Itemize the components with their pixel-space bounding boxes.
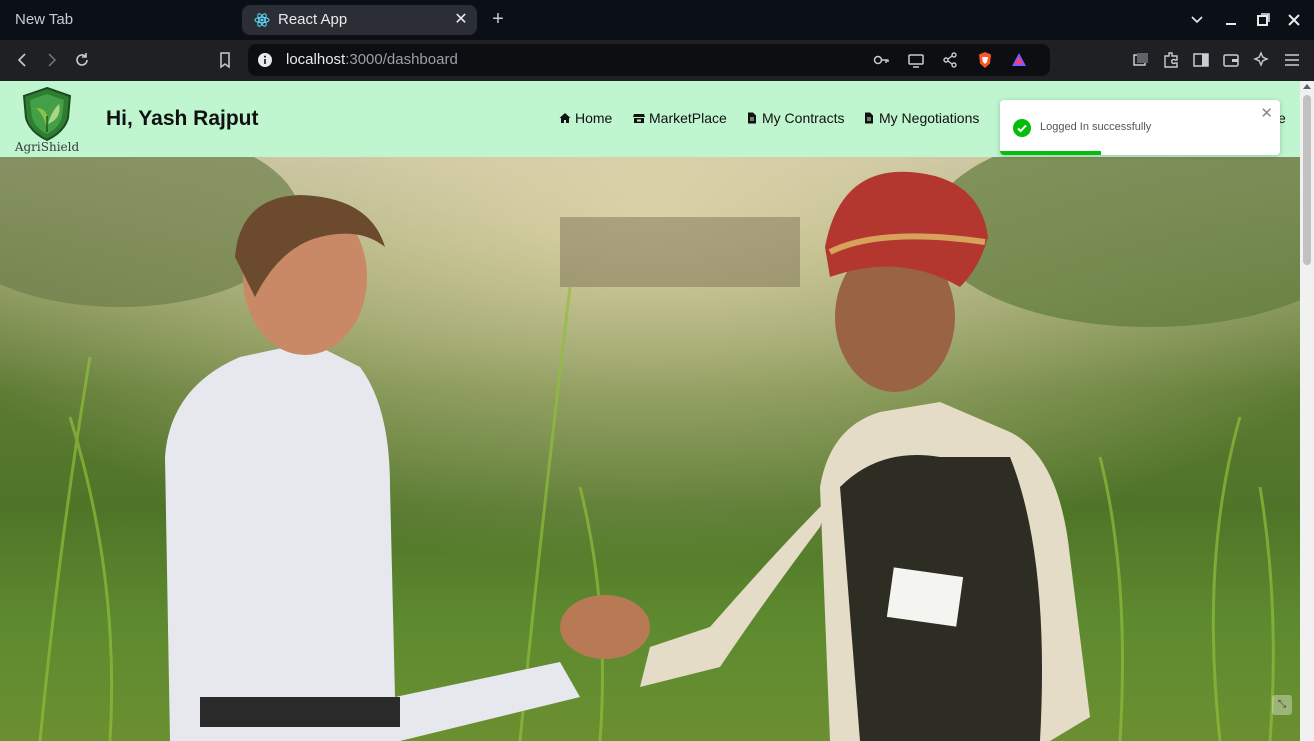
back-icon[interactable] [12,50,32,70]
close-tab-icon[interactable]: ✕ [453,5,469,35]
new-tab-button[interactable]: + [488,8,508,30]
toast-message: Logged In successfully [1040,121,1152,133]
handshake-illustration [0,157,1300,741]
url-text[interactable]: localhost:3000/dashboard [286,44,458,76]
address-bar[interactable]: localhost:3000/dashboard [248,44,1050,76]
tab-new-tab[interactable]: New Tab [0,6,240,34]
forward-icon[interactable] [42,50,62,70]
nav-label: My Contracts [762,110,845,126]
nav-label: My Negotiations [879,110,980,126]
restore-icon[interactable] [1253,10,1273,30]
nav-label: Home [575,110,613,126]
toast-progress-bar [1000,151,1101,155]
react-icon [254,13,270,27]
tab-react-app[interactable]: React App ✕ [242,5,477,35]
tab-title: New Tab [15,11,74,28]
key-icon[interactable] [872,51,890,69]
share-icon[interactable] [941,51,959,69]
file-icon [865,112,873,124]
tab-bar: New Tab React App ✕ + [0,0,1314,40]
success-check-icon [1013,119,1031,137]
reload-icon[interactable] [72,50,92,70]
tab-groups-icon[interactable] [1131,50,1151,70]
tab-title: React App [278,11,348,28]
nav-link-home[interactable]: Home [559,109,612,127]
chevron-down-icon[interactable] [1187,10,1207,30]
greeting-heading: Hi, Yash Rajput [106,107,259,130]
toast-notification[interactable]: Logged In successfully ✕ [1000,100,1280,155]
brand-logo[interactable]: AgriShield [12,86,82,154]
cast-icon[interactable] [907,51,925,69]
nav-link-marketplace[interactable]: MarketPlace [633,109,727,127]
brave-shield-icon[interactable] [976,51,994,69]
wallet-icon[interactable] [1221,50,1241,70]
scrollbar[interactable] [1300,81,1314,741]
close-window-icon[interactable] [1284,10,1304,30]
home-icon [559,113,571,123]
expand-icon[interactable]: ⤡ [1272,695,1292,715]
shield-leaf-icon [22,86,72,142]
page-viewport: AgriShield Hi, Yash Rajput Home MarketPl… [0,81,1314,741]
leo-ai-icon[interactable] [1251,50,1271,70]
file-icon [748,112,756,124]
browser-toolbar: localhost:3000/dashboard [0,40,1314,81]
bookmark-icon[interactable] [215,50,235,70]
nav-label: MarketPlace [649,110,727,126]
scroll-up-icon[interactable] [1303,84,1311,89]
site-info-icon[interactable] [256,51,274,69]
store-icon [633,114,645,123]
extensions-icon[interactable] [1161,50,1181,70]
menu-icon[interactable] [1282,50,1302,70]
close-icon[interactable]: ✕ [1260,104,1273,122]
brand-name: AgriShield [14,140,80,154]
sidebar-icon[interactable] [1191,50,1211,70]
scrollbar-thumb[interactable] [1303,95,1311,265]
hero-image: ⤡ [0,157,1300,741]
brave-rewards-icon[interactable] [1010,51,1028,69]
nav-link-my-negotiations[interactable]: My Negotiations [863,109,979,127]
minimize-icon[interactable] [1221,10,1241,30]
nav-link-my-contracts[interactable]: My Contracts [746,109,844,127]
